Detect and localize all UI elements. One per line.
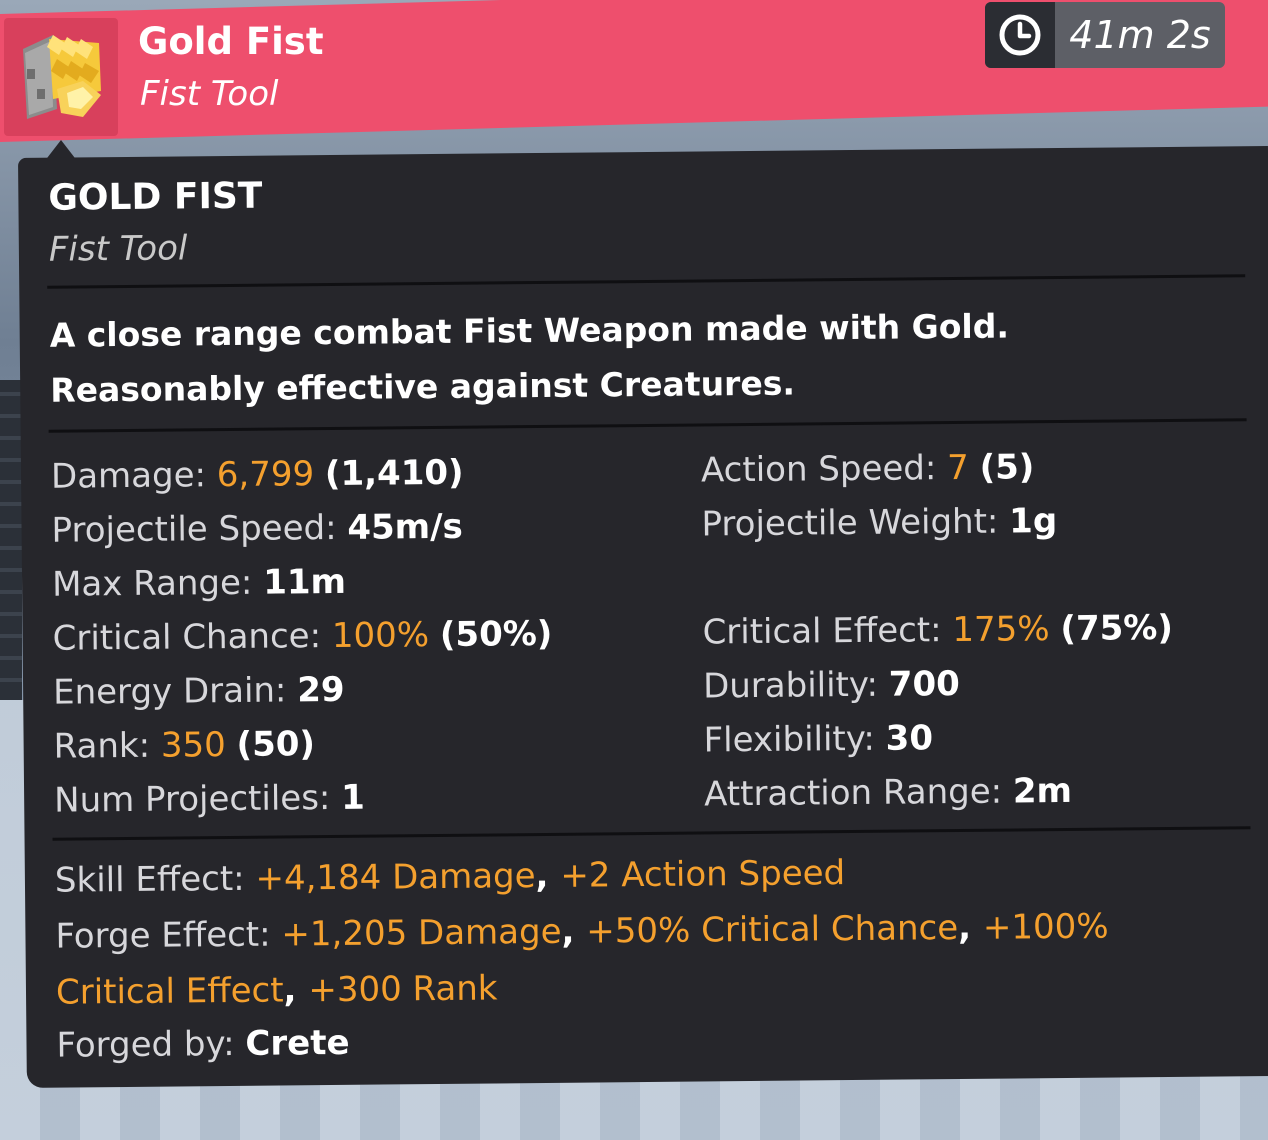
stat-value: 30 xyxy=(885,718,934,759)
stat-row: Rank: 350 (50) xyxy=(53,715,553,774)
effects-section: Skill Effect: +4,184 Damage, +2 Action S… xyxy=(55,841,1247,1020)
forged-by-label: Forged by: xyxy=(56,1023,235,1066)
item-name: Gold Fist xyxy=(138,20,324,63)
stat-row: Projectile Weight: 1g xyxy=(701,493,1172,552)
stat-value: 100% xyxy=(331,615,430,657)
stat-label: Max Range: xyxy=(51,562,253,605)
forge-effect-part: +300 Rank xyxy=(308,968,498,1011)
stat-label: Energy Drain: xyxy=(52,670,287,713)
stat-row: Projectile Speed: 45m/s xyxy=(51,499,551,558)
stat-label: Rank: xyxy=(53,725,151,767)
forge-effect-part: +1,205 Damage xyxy=(281,911,562,955)
tooltip-title: GOLD FIST xyxy=(48,175,263,219)
timer-icon-box xyxy=(985,2,1055,68)
skill-effect-label: Skill Effect: xyxy=(54,858,245,901)
forge-effect: Forge Effect: +1,205 Damage, +50% Critic… xyxy=(55,906,1109,957)
stat-label: Attraction Range: xyxy=(703,771,1003,815)
stat-value: 700 xyxy=(888,663,960,705)
stat-row: Action Speed: 7 (5) xyxy=(701,439,1172,498)
timer-text: 41m 2s xyxy=(1069,13,1211,57)
skill-effect-part: +4,184 Damage xyxy=(255,856,536,899)
forge-effect-part: +100% xyxy=(982,906,1109,948)
forged-by-value: Crete xyxy=(245,1022,350,1064)
stat-value: 1g xyxy=(1009,501,1058,542)
stat-value: 11m xyxy=(263,561,347,603)
item-tooltip: GOLD FIST Fist Tool A close range combat… xyxy=(18,146,1268,1088)
stat-row: Num Projectiles: 1 xyxy=(54,769,554,828)
stat-label: Durability: xyxy=(702,664,879,707)
stat-value: 1 xyxy=(340,777,366,818)
stat-label: Action Speed: xyxy=(700,448,937,491)
item-header: Gold Fist Fist Tool 41m 2s xyxy=(0,0,1268,142)
skill-effect-part: +2 Action Speed xyxy=(560,853,846,896)
timer-badge: 41m 2s xyxy=(985,2,1225,68)
stat-row: Energy Drain: 29 xyxy=(53,661,553,720)
item-slot[interactable] xyxy=(4,18,118,136)
stat-row: Durability: 700 xyxy=(703,655,1174,714)
stat-value: 175% xyxy=(952,609,1050,651)
forge-effect-part: +50% Critical Chance xyxy=(586,908,959,952)
stat-base-value: (5) xyxy=(979,447,1035,488)
stats-left-column: Damage: 6,799 (1,410) Projectile Speed: 4… xyxy=(51,445,554,828)
divider xyxy=(47,274,1246,289)
stat-row: Critical Chance: 100% (50%) xyxy=(52,607,552,666)
stat-label: Critical Effect: xyxy=(702,610,942,653)
stat-base-value: (1,410) xyxy=(324,452,464,495)
stat-value: 6,799 xyxy=(216,454,315,496)
item-type: Fist Tool xyxy=(140,74,279,114)
stats-right-column: Action Speed: 7 (5) Projectile Weight: 1g… xyxy=(701,439,1175,821)
background-wall xyxy=(0,380,22,700)
stat-value: 29 xyxy=(297,669,345,711)
stat-row: Max Range: 11m xyxy=(52,553,552,612)
forge-effect-part: Critical Effect xyxy=(55,970,284,1013)
description-line: Reasonably effective against Creatures. xyxy=(50,363,796,410)
item-description: A close range combat Fist Weapon made wi… xyxy=(49,296,1230,417)
forge-effect-continued: Critical Effect, +300 Rank xyxy=(55,968,498,1013)
stat-base-value: (75%) xyxy=(1060,607,1174,650)
stat-label: Damage: xyxy=(50,455,207,497)
divider xyxy=(52,826,1251,841)
stat-row: Attraction Range: 2m xyxy=(704,763,1175,822)
forged-by: Forged by: Crete xyxy=(56,1023,349,1066)
stat-base-value: (50%) xyxy=(439,613,553,655)
stat-row: Flexibility: 30 xyxy=(703,709,1174,768)
stat-value: 7 xyxy=(946,447,969,489)
stat-label: Flexibility: xyxy=(703,718,876,761)
stat-row: Damage: 6,799 (1,410) xyxy=(51,445,551,504)
divider xyxy=(48,418,1247,433)
stat-value: 45m/s xyxy=(347,506,463,548)
stat-row xyxy=(702,547,1173,606)
stat-label: Projectile Weight: xyxy=(701,501,999,545)
clock-icon xyxy=(999,14,1041,56)
tooltip-type: Fist Tool xyxy=(48,228,188,270)
stat-label: Num Projectiles: xyxy=(53,778,331,821)
stat-base-value: (50) xyxy=(236,724,316,765)
gold-fist-icon xyxy=(23,35,101,119)
forge-effect-label: Forge Effect: xyxy=(55,914,271,957)
stat-label: Projectile Speed: xyxy=(51,507,337,551)
stat-value: 2m xyxy=(1012,770,1073,812)
stat-row: Critical Effect: 175% (75%) xyxy=(702,601,1173,660)
stat-value: 350 xyxy=(160,725,226,766)
stat-label: Critical Chance: xyxy=(52,616,322,659)
